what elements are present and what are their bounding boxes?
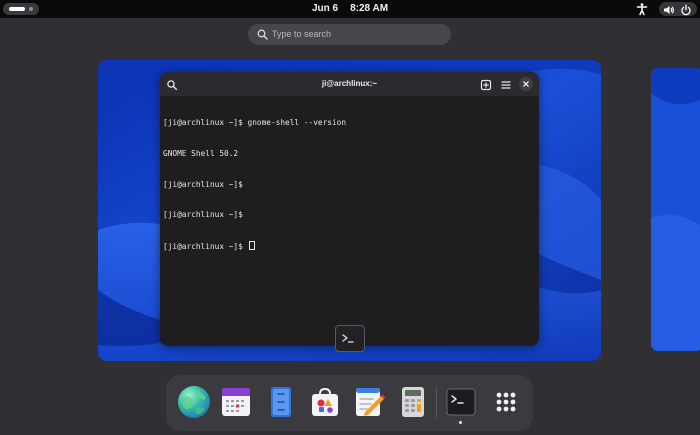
terminal-icon[interactable] <box>443 384 479 420</box>
accessibility-icon[interactable] <box>635 2 649 16</box>
power-icon <box>680 3 692 16</box>
calculator-icon[interactable] <box>395 384 431 420</box>
top-bar: Jun 6 8:28 AM <box>0 0 700 18</box>
terminal-window-app-icon <box>335 325 365 352</box>
volume-icon <box>663 3 675 15</box>
terminal-prompt-line: [ji@archlinux ~]$ <box>163 240 535 251</box>
terminal-line: [ji@archlinux ~]$ <box>163 210 243 220</box>
terminal-output[interactable]: [ji@archlinux ~]$ gnome-shell --version … <box>163 98 535 271</box>
terminal-line: [ji@archlinux ~]$ gnome-shell --version <box>163 118 347 128</box>
new-tab-icon[interactable] <box>480 78 492 91</box>
clock-date: Jun 6 <box>311 3 339 14</box>
app-grid-icon[interactable] <box>488 384 524 420</box>
terminal-cursor <box>248 240 255 250</box>
calendar-icon[interactable] <box>218 384 254 420</box>
files-icon[interactable] <box>263 384 299 420</box>
gnome-overview: Jun 6 8:28 AM Type to search ji@archlinu… <box>0 0 700 435</box>
terminal-prompt: [ji@archlinux ~]$ <box>163 241 248 251</box>
wallpaper-next <box>651 68 700 351</box>
search-icon <box>256 28 269 41</box>
close-icon[interactable] <box>519 77 533 91</box>
search-entry[interactable]: Type to search <box>248 24 451 45</box>
clock-button[interactable]: Jun 6 8:28 AM <box>0 0 700 18</box>
terminal-line: GNOME Shell 50.2 <box>163 149 239 158</box>
terminal-window[interactable]: ji@archlinux:~ [ji@archlinux ~]$ gnome-s… <box>160 72 539 346</box>
workspace-thumbnail-next[interactable] <box>651 68 700 351</box>
dash-dock <box>166 375 533 431</box>
text-editor-icon[interactable] <box>351 384 387 420</box>
terminal-line: [ji@archlinux ~]$ <box>163 179 243 189</box>
system-menu-button[interactable] <box>659 2 697 16</box>
software-icon[interactable] <box>307 384 343 420</box>
running-indicator <box>459 421 462 424</box>
search-placeholder: Type to search <box>272 29 332 39</box>
dock-separator <box>436 387 437 419</box>
terminal-header-bar[interactable]: ji@archlinux:~ <box>160 72 539 96</box>
clock-time: 8:28 AM <box>350 3 389 14</box>
browser-icon[interactable] <box>176 384 212 420</box>
menu-icon[interactable] <box>500 78 512 90</box>
